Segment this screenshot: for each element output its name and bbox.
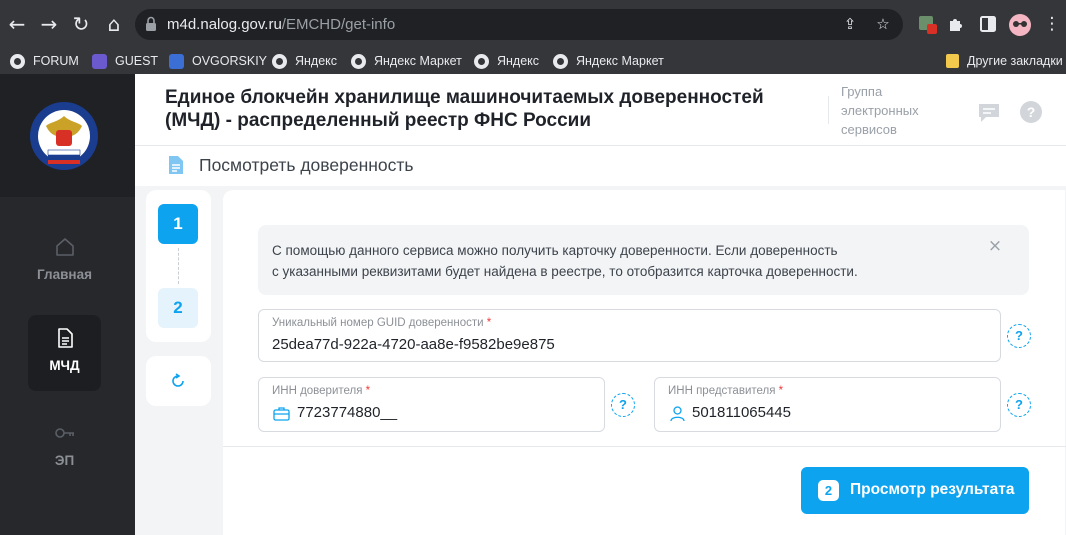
lock-icon [146, 16, 156, 31]
step-badge: 2 [818, 480, 839, 501]
bookmark-forum[interactable]: FORUM [10, 52, 79, 70]
form-divider [223, 446, 1066, 447]
stepper: 1 2 [146, 190, 211, 342]
sidebar-item-label: ЭП [54, 453, 75, 468]
share-icon[interactable]: ⇪ [840, 14, 860, 34]
address-bar[interactable]: m4d.nalog.gov.ru/EMCHD/get-info ⇪ ☆ [135, 9, 903, 40]
chat-icon[interactable] [977, 102, 1001, 124]
inn-principal-field[interactable]: ИНН доверителя * [258, 377, 605, 432]
globe-icon [553, 53, 568, 69]
extension-app-icon [92, 53, 107, 69]
refresh-icon [172, 373, 184, 387]
sidebar-item-home[interactable]: Главная [28, 224, 101, 300]
step-1[interactable]: 1 [158, 204, 198, 244]
bookmark-yandex-2[interactable]: Яндекс [474, 52, 539, 70]
briefcase-icon [273, 407, 290, 421]
info-notice: С помощью данного сервиса можно получить… [258, 225, 1029, 295]
info-text: С помощью данного сервиса можно получить… [272, 243, 858, 279]
bookmark-yandex-market-2[interactable]: Яндекс Маркет [553, 52, 664, 70]
page-subheader: Посмотреть доверенность [135, 146, 1066, 186]
globe-icon [10, 53, 25, 69]
guid-help-icon[interactable]: ? [1007, 324, 1031, 348]
guid-field[interactable]: Уникальный номер GUID доверенности * [258, 309, 1001, 362]
reload-icon[interactable]: ↻ [68, 11, 94, 37]
profile-avatar-icon[interactable] [1008, 13, 1031, 36]
sidebar-item-label: МЧД [49, 358, 80, 373]
bookmark-yandex-market-1[interactable]: Яндекс Маркет [351, 52, 462, 70]
guid-input[interactable] [272, 336, 939, 353]
address-url: m4d.nalog.gov.ru/EMCHD/get-info [167, 16, 396, 33]
sidebar: Главная МЧД ЭП [0, 74, 135, 535]
help-icon[interactable]: ? [1019, 100, 1043, 124]
service-group-link[interactable]: Группа электронных сервисов [841, 82, 941, 139]
extension-app-icon [169, 53, 184, 69]
browser-menu-icon[interactable]: ⋮ [1041, 13, 1063, 35]
close-icon[interactable]: × [987, 238, 1003, 255]
inn-principal-help-icon[interactable]: ? [611, 393, 635, 417]
inn-principal-input[interactable] [297, 404, 573, 421]
inn-representative-label: ИНН представителя * [668, 385, 784, 397]
bookmarks-bar: FORUM GUEST OVGORSKIY Яндекс Яндекс Марк… [0, 48, 1066, 74]
svg-text:?: ? [1027, 104, 1036, 120]
view-result-button[interactable]: 2 Просмотр результата [801, 467, 1029, 514]
globe-icon [351, 53, 366, 69]
bookmark-guest[interactable]: GUEST [92, 52, 158, 70]
inn-representative-field[interactable]: ИНН представителя * [654, 377, 1001, 432]
page-title: Посмотреть доверенность [199, 155, 414, 175]
guid-label: Уникальный номер GUID доверенности * [272, 317, 492, 329]
logo-area [0, 74, 135, 197]
header-divider [828, 96, 829, 124]
sidebar-item-mchd[interactable]: МЧД [28, 315, 101, 391]
home-icon [56, 238, 74, 256]
bookmark-yandex-1[interactable]: Яндекс [272, 52, 337, 70]
document-icon [58, 328, 73, 348]
other-bookmarks[interactable]: Другие закладки [946, 52, 1063, 70]
globe-icon [272, 53, 287, 69]
step-2[interactable]: 2 [158, 288, 198, 328]
extension-badge-icon[interactable] [916, 13, 938, 35]
service-title: Единое блокчейн хранилище машиночитаемых… [165, 87, 764, 131]
side-panel-icon[interactable] [977, 13, 999, 35]
user-icon [670, 406, 685, 422]
document-page-icon [169, 156, 183, 174]
page-header: Единое блокчейн хранилище машиночитаемых… [135, 74, 1066, 146]
inn-representative-input[interactable] [692, 404, 968, 421]
globe-icon [474, 53, 489, 69]
folder-icon [946, 54, 959, 68]
bookmark-ovgorskiy[interactable]: OVGORSKIY [169, 52, 267, 70]
bookmark-star-icon[interactable]: ☆ [873, 14, 893, 34]
inn-principal-label: ИНН доверителя * [272, 385, 371, 397]
back-icon[interactable]: ← [4, 11, 30, 37]
browser-toolbar: ← → ↻ ⌂ m4d.nalog.gov.ru/EMCHD/get-info … [0, 0, 1066, 48]
reset-button[interactable] [146, 356, 211, 406]
home-browser-icon[interactable]: ⌂ [101, 11, 127, 37]
sidebar-item-ep[interactable]: ЭП [28, 410, 101, 486]
sidebar-item-label: Главная [37, 267, 92, 282]
forward-icon[interactable]: → [36, 11, 62, 37]
view-result-label: Просмотр результата [850, 481, 1015, 498]
fns-emblem-logo[interactable] [28, 100, 100, 172]
key-icon [55, 428, 74, 438]
inn-representative-help-icon[interactable]: ? [1007, 393, 1031, 417]
extensions-puzzle-icon[interactable] [945, 13, 967, 35]
step-connector [178, 248, 179, 284]
